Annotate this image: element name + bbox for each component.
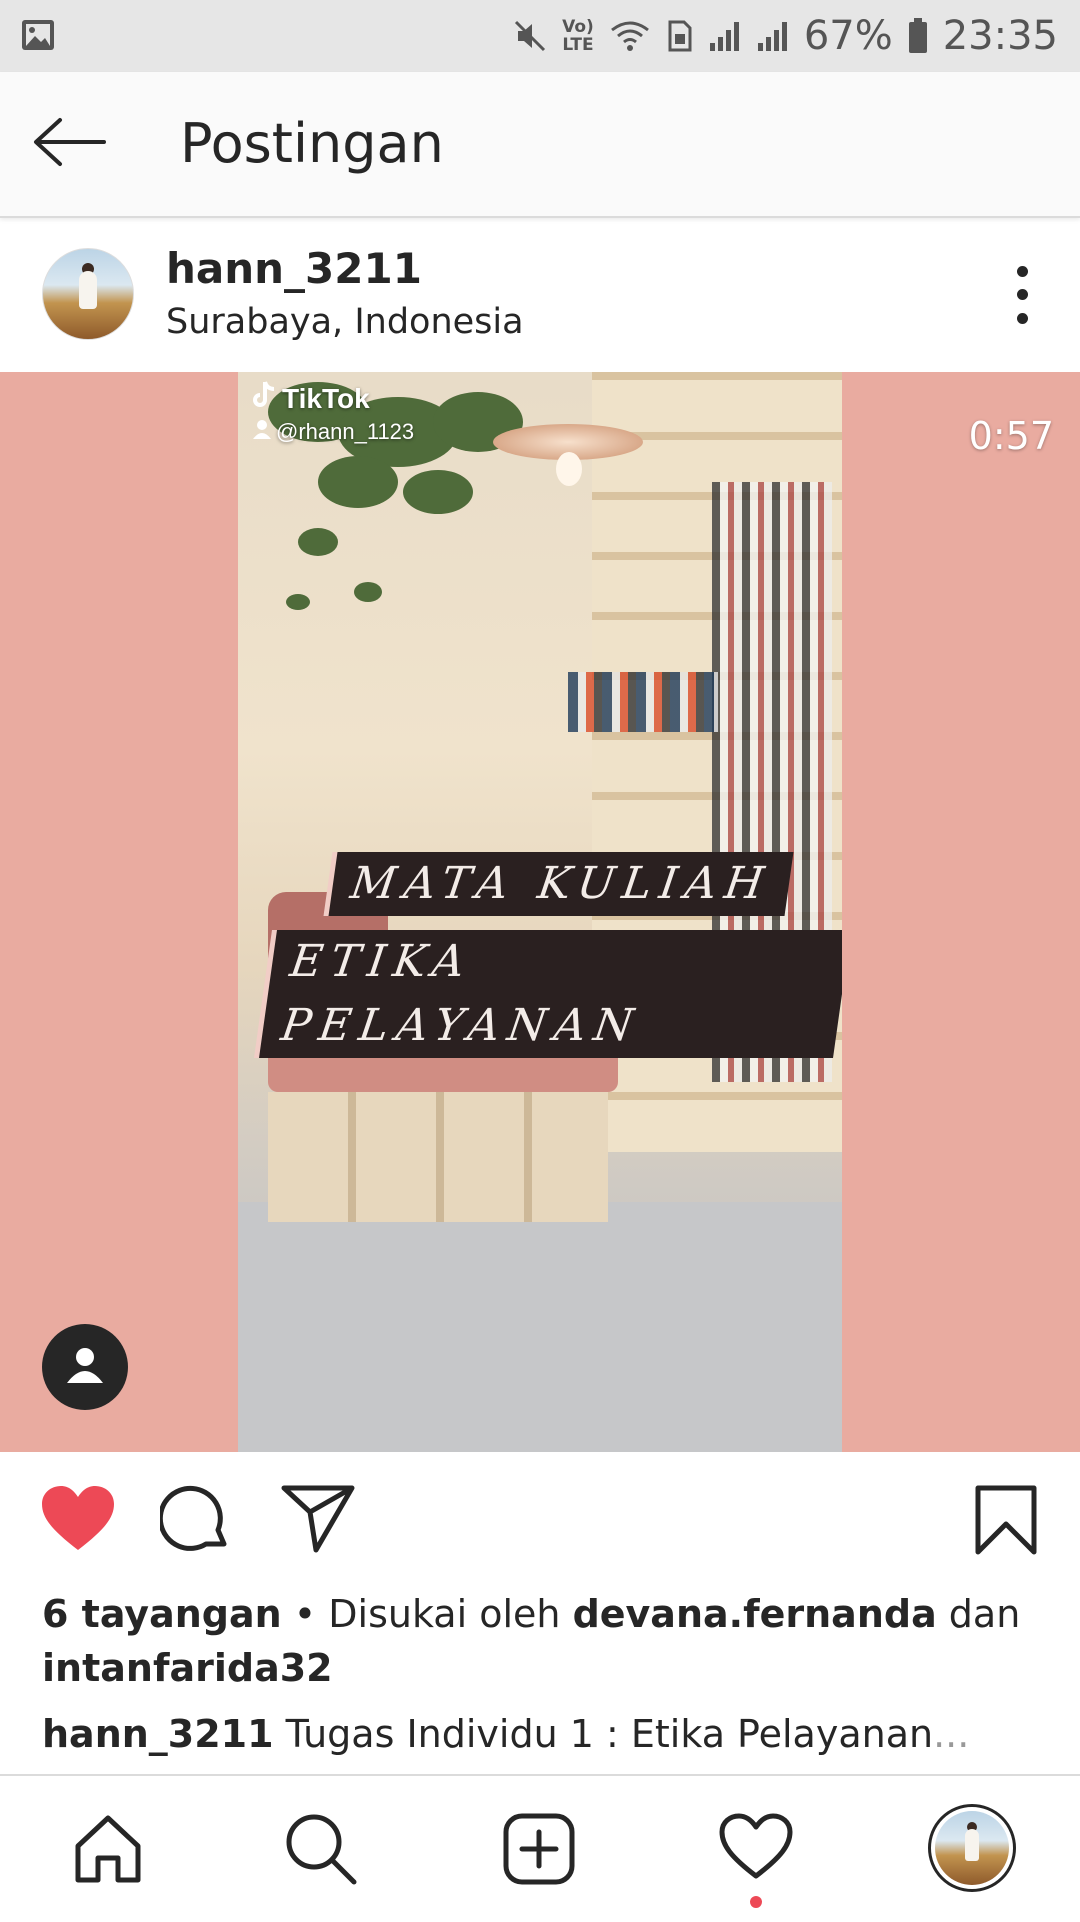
- liked-by-prefix: Disukai oleh: [328, 1592, 573, 1636]
- lamp-bulb: [556, 452, 582, 486]
- page-title: Postingan: [180, 112, 444, 175]
- volte-indicator: Vo) LTE: [562, 17, 594, 55]
- mute-icon: [512, 18, 548, 54]
- separator: •: [281, 1592, 329, 1636]
- search-icon: [284, 1814, 358, 1890]
- tiktok-brand-text: TikTok: [282, 382, 370, 414]
- battery-percent: 67%: [803, 13, 893, 59]
- post-username[interactable]: hann_3211: [166, 244, 422, 293]
- tiktok-handle-text: @rhann_1123: [276, 419, 415, 444]
- signal-icon-1: [708, 19, 742, 53]
- post-media[interactable]: TikTok @rhann_1123 MATA KULIAH ETIKA PEL…: [0, 372, 1080, 1452]
- view-count[interactable]: 6 tayangan: [42, 1592, 282, 1636]
- video-frame[interactable]: TikTok @rhann_1123 MATA KULIAH ETIKA PEL…: [238, 372, 842, 1452]
- battery-icon: [907, 17, 929, 55]
- video-banner-line1: MATA KULIAH: [328, 852, 794, 916]
- app-bar: Postingan: [0, 72, 1080, 218]
- profile-avatar: [928, 1804, 1016, 1892]
- clock: 23:35: [942, 13, 1058, 59]
- post-location[interactable]: Surabaya, Indonesia: [166, 302, 524, 342]
- caption-text: Tugas Individu 1 : Etika Pelayanan: [273, 1712, 934, 1756]
- liked-by-joiner: dan: [936, 1592, 1021, 1636]
- tiktok-watermark: TikTok @rhann_1123: [252, 380, 414, 445]
- bottom-navigation: [0, 1774, 1080, 1922]
- nav-add[interactable]: [502, 1812, 576, 1890]
- user-small-icon: [252, 419, 272, 445]
- nav-activity[interactable]: [718, 1812, 794, 1886]
- liked-by-user-1[interactable]: devana.fernanda: [573, 1592, 937, 1636]
- person-icon: [63, 1343, 107, 1391]
- wifi-icon: [608, 18, 652, 54]
- signal-icon-2: [756, 19, 790, 53]
- sim-icon: [666, 18, 694, 54]
- more-options-button[interactable]: [1004, 260, 1040, 330]
- comment-button[interactable]: [157, 1484, 232, 1560]
- add-icon: [502, 1813, 576, 1890]
- arrow-left-icon: [32, 117, 108, 171]
- heart-filled-icon: [40, 1486, 116, 1558]
- more-vertical-icon: [1016, 266, 1028, 278]
- post-stats: 6 tayangan • Disukai oleh devana.fernand…: [42, 1592, 1020, 1636]
- share-button[interactable]: [280, 1484, 356, 1558]
- liked-by-user-2[interactable]: intanfarida32: [42, 1646, 333, 1690]
- bookmark-icon: [974, 1485, 1038, 1560]
- post-actions: [0, 1452, 1080, 1592]
- nav-home[interactable]: [72, 1812, 144, 1888]
- send-icon: [280, 1485, 356, 1558]
- back-button[interactable]: [28, 112, 112, 176]
- status-bar: Vo) LTE 67% 23:35: [0, 0, 1080, 72]
- tag-people-button[interactable]: [42, 1324, 128, 1410]
- gallery-notification-icon: [20, 18, 56, 56]
- heart-icon: [718, 1813, 794, 1886]
- status-icons: Vo) LTE 67% 23:35: [512, 10, 1058, 62]
- post-header: hann_3211 Surabaya, Indonesia: [0, 218, 1080, 372]
- bench-base: [268, 1092, 608, 1222]
- save-button[interactable]: [974, 1484, 1038, 1560]
- home-icon: [72, 1815, 144, 1888]
- nav-search[interactable]: [284, 1812, 358, 1890]
- user-avatar[interactable]: [42, 248, 134, 340]
- caption-username[interactable]: hann_3211: [42, 1712, 274, 1756]
- floor: [238, 1202, 842, 1452]
- comment-icon: [157, 1485, 232, 1560]
- like-button[interactable]: [40, 1484, 116, 1558]
- post-caption[interactable]: hann_3211 Tugas Individu 1 : Etika Pelay…: [42, 1712, 969, 1756]
- video-banner-line2: ETIKA PELAYANAN: [259, 930, 842, 1058]
- caption-more[interactable]: ...: [933, 1712, 969, 1756]
- tiktok-logo-icon: [252, 380, 276, 417]
- bookshelf-middle: [568, 672, 718, 732]
- video-duration: 0:57: [968, 414, 1054, 458]
- notification-dot: [750, 1896, 762, 1908]
- nav-profile[interactable]: [928, 1804, 1016, 1892]
